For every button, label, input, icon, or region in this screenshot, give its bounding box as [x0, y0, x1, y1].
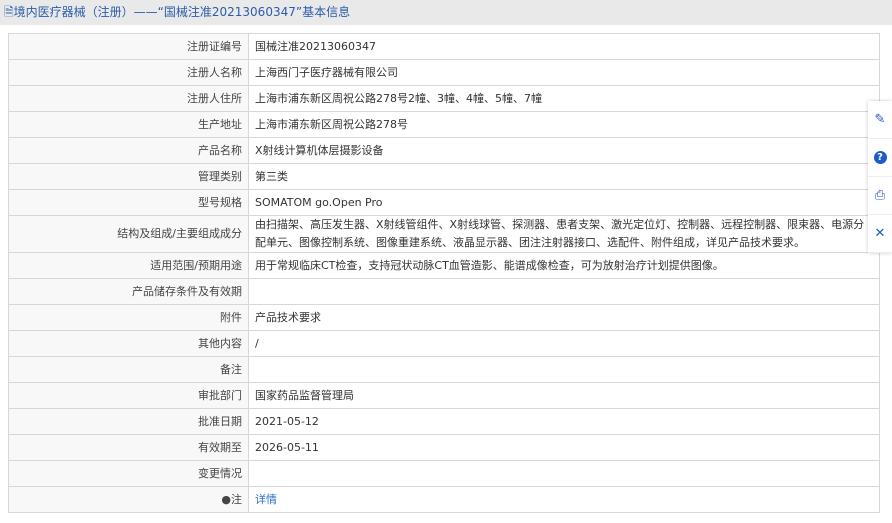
row-label: 附件: [8, 304, 249, 331]
row-label: 注册人名称: [8, 59, 249, 86]
table-row: 适用范围/预期用途 用于常规临床CT检查，支持冠状动脉CT血管造影、能谱成像检查，…: [8, 252, 880, 279]
table-row: 有效期至 2026-05-11: [8, 434, 880, 461]
table-row: 备注: [8, 356, 880, 383]
row-value: 第三类: [248, 163, 880, 190]
table-row: 注册证编号 国械注准20213060347: [8, 33, 880, 60]
details-link[interactable]: 详情: [255, 493, 277, 506]
row-label: 审批部门: [8, 382, 249, 409]
table-row: ●注 详情: [8, 486, 880, 513]
print-icon[interactable]: ⎙: [868, 177, 892, 215]
row-label: 其他内容: [8, 330, 249, 357]
row-value: [248, 278, 880, 305]
page-header: 🗎境内医疗器械（注册）——“国械注准20213060347”基本信息: [0, 0, 892, 25]
table-row: 其他内容 /: [8, 330, 880, 357]
row-label: 产品储存条件及有效期: [8, 278, 249, 305]
info-table: 注册证编号 国械注准20213060347 注册人名称 上海西门子医疗器械有限公司 注册…: [8, 33, 880, 513]
pin-icon: ●: [221, 492, 231, 506]
row-label: 产品名称: [8, 137, 249, 164]
document-icon: 🗎: [4, 5, 14, 19]
row-value: 由扫描架、高压发生器、X射线管组件、X射线球管、探测器、患者支架、激光定位灯、控…: [248, 215, 880, 253]
row-value: [248, 356, 880, 383]
row-label: 注册人住所: [8, 85, 249, 112]
row-value: 详情: [248, 486, 880, 513]
row-value: 上海西门子医疗器械有限公司: [248, 59, 880, 86]
close-icon[interactable]: ✕: [868, 215, 892, 253]
row-value: SOMATOM go.Open Pro: [248, 189, 880, 216]
row-label: 注册证编号: [8, 33, 249, 60]
table-row: 注册人住所 上海市浦东新区周祝公路278号2幢、3幢、4幢、5幢、7幢: [8, 85, 880, 112]
row-label: 备注: [8, 356, 249, 383]
row-label: 管理类别: [8, 163, 249, 190]
row-label: ●注: [8, 486, 249, 513]
side-toolbar: ✎ ? ⎙ ✕: [868, 101, 892, 253]
row-label: 变更情况: [8, 460, 249, 487]
row-value: 国家药品监督管理局: [248, 382, 880, 409]
table-row: 批准日期 2021-05-12: [8, 408, 880, 435]
help-icon[interactable]: ?: [868, 139, 892, 177]
row-value: 上海市浦东新区周祝公路278号2幢、3幢、4幢、5幢、7幢: [248, 85, 880, 112]
row-label: 结构及组成/主要组成成分: [8, 215, 249, 253]
table-row: 管理类别 第三类: [8, 163, 880, 190]
edit-icon[interactable]: ✎: [868, 101, 892, 139]
row-value: 用于常规临床CT检查，支持冠状动脉CT血管造影、能谱成像检查，可为放射治疗计划提…: [248, 252, 880, 279]
note-label: 注: [231, 492, 242, 506]
table-row: 审批部门 国家药品监督管理局: [8, 382, 880, 409]
row-label: 型号规格: [8, 189, 249, 216]
row-value: 2021-05-12: [248, 408, 880, 435]
table-row: 变更情况: [8, 460, 880, 487]
row-value: 国械注准20213060347: [248, 33, 880, 60]
table-row: 结构及组成/主要组成成分 由扫描架、高压发生器、X射线管组件、X射线球管、探测器、…: [8, 215, 880, 253]
row-label: 适用范围/预期用途: [8, 252, 249, 279]
row-value: 产品技术要求: [248, 304, 880, 331]
row-label: 生产地址: [8, 111, 249, 138]
row-value: 2026-05-11: [248, 434, 880, 461]
table-row: 型号规格 SOMATOM go.Open Pro: [8, 189, 880, 216]
row-label: 有效期至: [8, 434, 249, 461]
table-row: 注册人名称 上海西门子医疗器械有限公司: [8, 59, 880, 86]
page-title: 境内医疗器械（注册）——“国械注准20213060347”基本信息: [13, 5, 351, 19]
row-value: /: [248, 330, 880, 357]
row-value: 上海市浦东新区周祝公路278号: [248, 111, 880, 138]
row-value: [248, 460, 880, 487]
table-row: 产品名称 X射线计算机体层摄影设备: [8, 137, 880, 164]
table-row: 产品储存条件及有效期: [8, 278, 880, 305]
table-row: 附件 产品技术要求: [8, 304, 880, 331]
table-row: 生产地址 上海市浦东新区周祝公路278号: [8, 111, 880, 138]
row-label: 批准日期: [8, 408, 249, 435]
row-value: X射线计算机体层摄影设备: [248, 137, 880, 164]
